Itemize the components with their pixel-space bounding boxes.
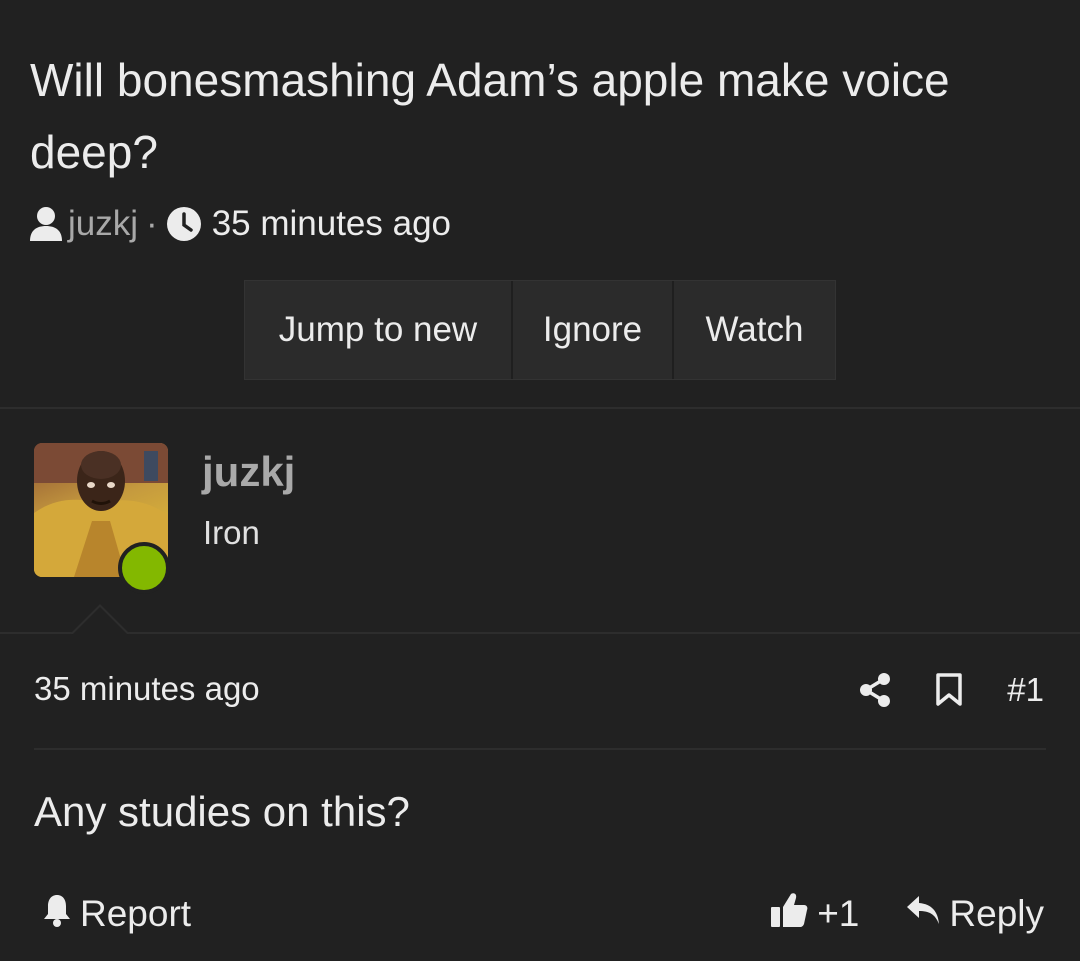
thread-time[interactable]: 35 minutes ago [212,204,451,244]
thread-author-link[interactable]: juzkj [68,204,138,244]
post-body: Any studies on this? [34,788,410,835]
post-footer-actions: +1 Reply [769,890,1044,938]
ignore-button[interactable]: Ignore [513,281,674,379]
reply-button[interactable]: Reply [905,893,1044,935]
reply-icon [905,893,941,935]
post-tools: #1 [815,666,1044,714]
section-divider [0,632,1080,634]
share-icon[interactable] [859,673,891,707]
post-header-divider [34,748,1046,750]
thread-page: Will bonesmashing Adam’s apple make voic… [0,0,1080,961]
report-label: Report [80,893,192,934]
bell-icon [42,893,72,936]
section-divider [0,407,1080,409]
post-number-link[interactable]: #1 [1007,671,1044,709]
reaction-label: +1 [817,893,860,934]
report-button[interactable]: Report [42,890,191,938]
reply-label: Reply [949,893,1044,934]
thumbs-up-icon [769,891,809,938]
post-username[interactable]: juzkj [202,448,295,496]
thread-meta: juzkj · 35 minutes ago [28,200,451,248]
jump-to-new-button[interactable]: Jump to new [245,281,513,379]
user-icon [28,205,64,243]
like-button[interactable]: +1 [769,891,859,938]
online-status-indicator [118,542,170,594]
clock-icon [166,206,202,242]
post-time[interactable]: 35 minutes ago [34,670,260,708]
user-title: Iron [203,514,260,551]
message-pointer-fill [72,607,128,635]
meta-separator: · [146,204,158,243]
bookmark-icon[interactable] [935,673,963,707]
thread-title: Will bonesmashing Adam’s apple make voic… [30,54,950,178]
watch-button[interactable]: Watch [674,281,835,379]
thread-action-bar: Jump to new Ignore Watch [244,280,836,380]
